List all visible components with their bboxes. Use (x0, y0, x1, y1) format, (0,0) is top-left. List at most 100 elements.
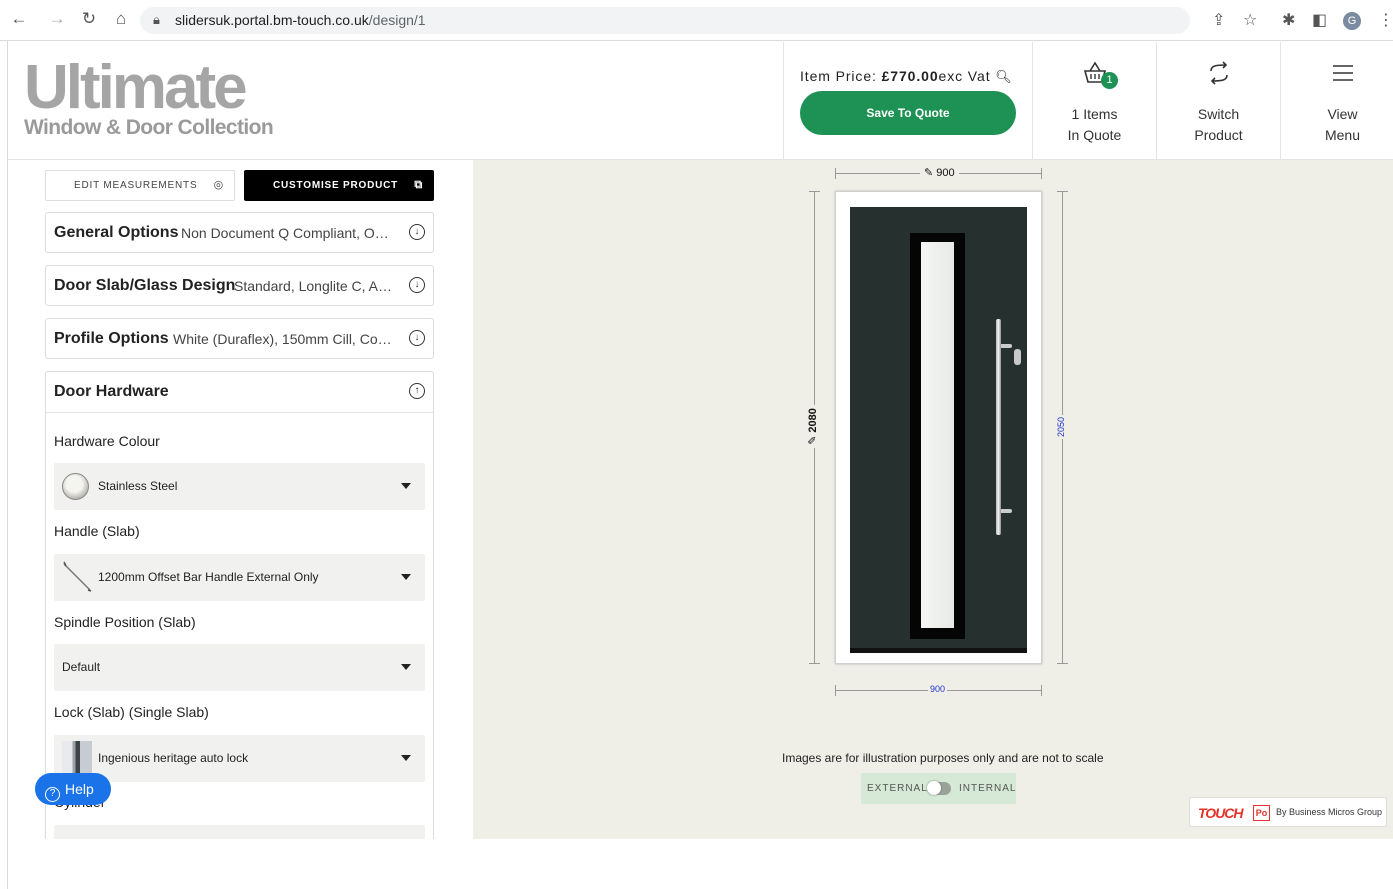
section-profile-options[interactable]: Profile Options White (Duraflex), 150mm … (45, 318, 434, 359)
bar-handle-thumbnail (63, 561, 92, 592)
business-micros-label: By Business Micros Group (1276, 807, 1383, 817)
dropdown-caret-icon (401, 574, 411, 580)
section-door-slab-glass[interactable]: Door Slab/Glass Design Standard, Longlit… (45, 265, 434, 306)
basket-icon (1033, 60, 1156, 90)
field-label-handle: Handle (Slab) (54, 523, 140, 539)
dimension-tick (1041, 685, 1042, 696)
options-panel: EDIT MEASUREMENTS ◎ CUSTOMISE PRODUCT ⧉ … (8, 160, 473, 839)
tab-edit-measurements[interactable]: EDIT MEASUREMENTS ◎ (45, 170, 235, 201)
palette-icon: ⧉ (414, 179, 423, 191)
glass-surround (910, 233, 965, 639)
expand-down-icon: ↓ (409, 224, 425, 240)
section-summary: Non Document Q Compliant, Ope... (181, 225, 396, 241)
switch-product-button[interactable]: Switch Product (1156, 42, 1280, 160)
dropdown-caret-icon (401, 664, 411, 670)
section-general-options[interactable]: General Options Non Document Q Compliant… (45, 212, 434, 253)
help-question-icon: ? (45, 787, 60, 802)
item-price: Item Price: £770.00exc Vat 🔍︎ (800, 68, 1013, 84)
dimension-tick (809, 663, 820, 664)
lock-icon: 🔒︎ (153, 12, 160, 27)
field-label-spindle: Spindle Position (Slab) (54, 614, 196, 630)
bookmark-star-icon[interactable]: ☆ (1243, 10, 1257, 30)
section-title: General Options (54, 224, 179, 241)
section-title: Door Hardware (54, 383, 169, 400)
dimension-tick (1041, 168, 1042, 179)
bottom-width-label: 900 (928, 684, 948, 694)
url-text[interactable]: slidersuk.portal.bm-touch.co.uk/design/1 (175, 12, 426, 28)
expand-down-icon: ↓ (409, 277, 425, 293)
ultimate-logo[interactable]: Ultimate The Window & Door Collection (24, 53, 284, 146)
switch-label-line1: Switch (1197, 106, 1240, 122)
logo-subtitle: Window & Door Collection (24, 116, 274, 139)
select-value: Stainless Steel (98, 479, 178, 493)
menu-label-line1: View (1327, 106, 1358, 122)
menu-label-line2: Menu (1324, 127, 1361, 143)
quote-basket-button[interactable]: 1 1 Items In Quote (1032, 42, 1156, 160)
save-to-quote-button[interactable]: Save To Quote (800, 91, 1016, 135)
touch-po-badge[interactable]: TOUCH Po By Business Micros Group (1189, 797, 1387, 827)
dimension-tick (1057, 191, 1068, 192)
external-internal-switch[interactable] (927, 781, 951, 795)
bar-handle (996, 319, 1001, 535)
address-bar[interactable]: 🔒︎ slidersuk.portal.bm-touch.co.uk/desig… (140, 7, 1190, 34)
right-height-label: 2050 (1056, 414, 1067, 440)
select-value: Ingenious heritage auto lock (98, 751, 249, 765)
select-value: Default (62, 660, 101, 674)
site-header: Ultimate The Window & Door Collection It… (8, 42, 1393, 160)
dimension-tick (1057, 663, 1068, 664)
select-lock[interactable]: Ingenious heritage auto lock (54, 735, 425, 782)
switch-arrows-icon (1157, 60, 1280, 90)
view-side-toggle[interactable]: EXTERNAL INTERNAL (861, 773, 1016, 804)
keyhole (1014, 349, 1021, 365)
collapse-up-icon[interactable]: ↑ (409, 383, 425, 399)
door-slab (850, 207, 1027, 653)
reload-icon[interactable]: ↻ (78, 9, 100, 29)
toggle-external-label: EXTERNAL (867, 783, 928, 794)
toggle-internal-label: INTERNAL (959, 783, 1017, 794)
section-title: Profile Options (54, 330, 169, 347)
tab-customise-label: CUSTOMISE PRODUCT (273, 180, 399, 191)
hamburger-menu-icon (1281, 60, 1393, 90)
section-summary: White (Duraflex), 150mm Cill, Conc... (173, 331, 396, 347)
field-label-hardware-colour: Hardware Colour (54, 433, 160, 449)
price-breakdown-search-icon[interactable]: 🔍︎ (995, 69, 1012, 84)
extensions-puzzle-icon[interactable]: ✱ (1282, 10, 1295, 30)
side-panel-icon[interactable]: ◧ (1312, 10, 1327, 30)
top-width-label[interactable]: ✎ 900 (920, 166, 959, 179)
dropdown-caret-icon (401, 483, 411, 489)
door-sill (850, 648, 1027, 653)
switch-label-line2: Product (1194, 127, 1243, 143)
divider (46, 412, 433, 413)
select-hardware-colour[interactable]: Stainless Steel (54, 463, 425, 510)
stainless-steel-swatch (62, 473, 89, 500)
home-icon[interactable]: ⌂ (110, 9, 132, 29)
basket-label-line1: 1 Items (1071, 106, 1118, 122)
share-icon[interactable]: ⇪ (1212, 10, 1225, 30)
select-handle[interactable]: 1200mm Offset Bar Handle External Only (54, 554, 425, 601)
browser-toolbar: ← → ↻ ⌂ 🔒︎ slidersuk.portal.bm-touch.co.… (0, 0, 1393, 41)
select-value: 1200mm Offset Bar Handle External Only (98, 570, 319, 584)
profile-avatar[interactable]: G (1343, 12, 1361, 30)
basket-label-line2: In Quote (1067, 127, 1122, 143)
help-button[interactable]: ? Help (35, 773, 111, 805)
field-label-lock: Lock (Slab) (Single Slab) (54, 704, 209, 720)
forward-arrow-icon[interactable]: → (46, 9, 68, 29)
select-cylinder[interactable] (54, 825, 425, 839)
measure-icon: ◎ (213, 179, 224, 191)
more-vertical-icon[interactable]: ⋮ (1378, 10, 1393, 30)
illustration-disclaimer: Images are for illustration purposes onl… (782, 751, 1104, 765)
tab-customise-product[interactable]: CUSTOMISE PRODUCT ⧉ (244, 170, 434, 201)
view-menu-button[interactable]: View Menu (1280, 42, 1393, 160)
section-door-hardware: Door Hardware ↑ Hardware Colour Stainles… (45, 371, 434, 839)
price-box: Item Price: £770.00exc Vat 🔍︎ Save To Qu… (783, 42, 1033, 160)
section-summary: Standard, Longlite C, Ant... (234, 278, 396, 294)
logo-the: The (42, 61, 58, 86)
dropdown-caret-icon (401, 755, 411, 761)
back-arrow-icon[interactable]: ← (8, 9, 30, 29)
left-height-label[interactable]: ✎ 2080 (805, 405, 819, 448)
po-logo: Po (1253, 805, 1270, 821)
glass-panel (921, 242, 954, 628)
dimension-tick (835, 685, 836, 696)
select-spindle-position[interactable]: Default (54, 644, 425, 691)
section-title: Door Slab/Glass Design (54, 277, 236, 294)
